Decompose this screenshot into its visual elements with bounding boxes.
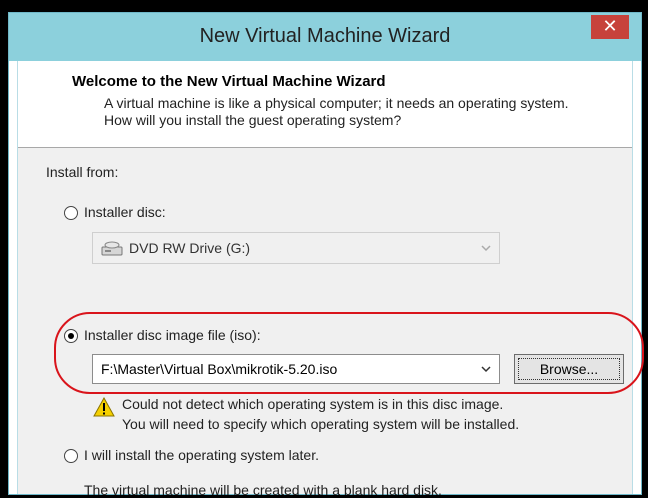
installer-disc-radio[interactable] [64, 206, 78, 220]
wizard-header: Welcome to the New Virtual Machine Wizar… [18, 61, 632, 148]
warning-line-1: Could not detect which operating system … [122, 396, 504, 412]
installer-iso-label[interactable]: Installer disc image file (iso): [84, 327, 261, 343]
install-later-note: The virtual machine will be created with… [84, 482, 442, 498]
iso-path-combobox[interactable]: F:\Master\Virtual Box\mikrotik-5.20.iso [92, 354, 500, 384]
warning-line-2: You will need to specify which operating… [122, 416, 520, 432]
install-later-radio[interactable] [64, 449, 78, 463]
wizard-window: New Virtual Machine Wizard ✕ Welcome to … [8, 12, 644, 498]
dropdown-arrow-icon [481, 245, 491, 252]
browse-label: Browse... [539, 361, 599, 377]
dropdown-arrow-icon[interactable] [481, 366, 491, 373]
wizard-heading: Welcome to the New Virtual Machine Wizar… [72, 73, 386, 90]
wizard-description: A virtual machine is like a physical com… [104, 95, 569, 128]
browse-button[interactable]: Browse... [514, 354, 624, 384]
iso-path-value[interactable]: F:\Master\Virtual Box\mikrotik-5.20.iso [101, 361, 337, 377]
window-title: New Virtual Machine Wizard [199, 25, 451, 47]
install-from-label: Install from: [46, 164, 119, 180]
dvd-drive-icon [101, 241, 123, 256]
installer-iso-radio[interactable] [64, 329, 78, 343]
close-icon[interactable]: ✕ [591, 15, 629, 39]
disc-drive-value: DVD RW Drive (G:) [129, 240, 251, 256]
wizard-client-area: Welcome to the New Virtual Machine Wizar… [17, 61, 644, 498]
title-bar: New Virtual Machine Wizard ✕ [9, 13, 641, 61]
warning-icon [93, 397, 115, 417]
installer-disc-label[interactable]: Installer disc: [84, 204, 166, 220]
install-later-label[interactable]: I will install the operating system late… [84, 447, 319, 463]
disc-drive-select: DVD RW Drive (G:) [92, 232, 500, 264]
